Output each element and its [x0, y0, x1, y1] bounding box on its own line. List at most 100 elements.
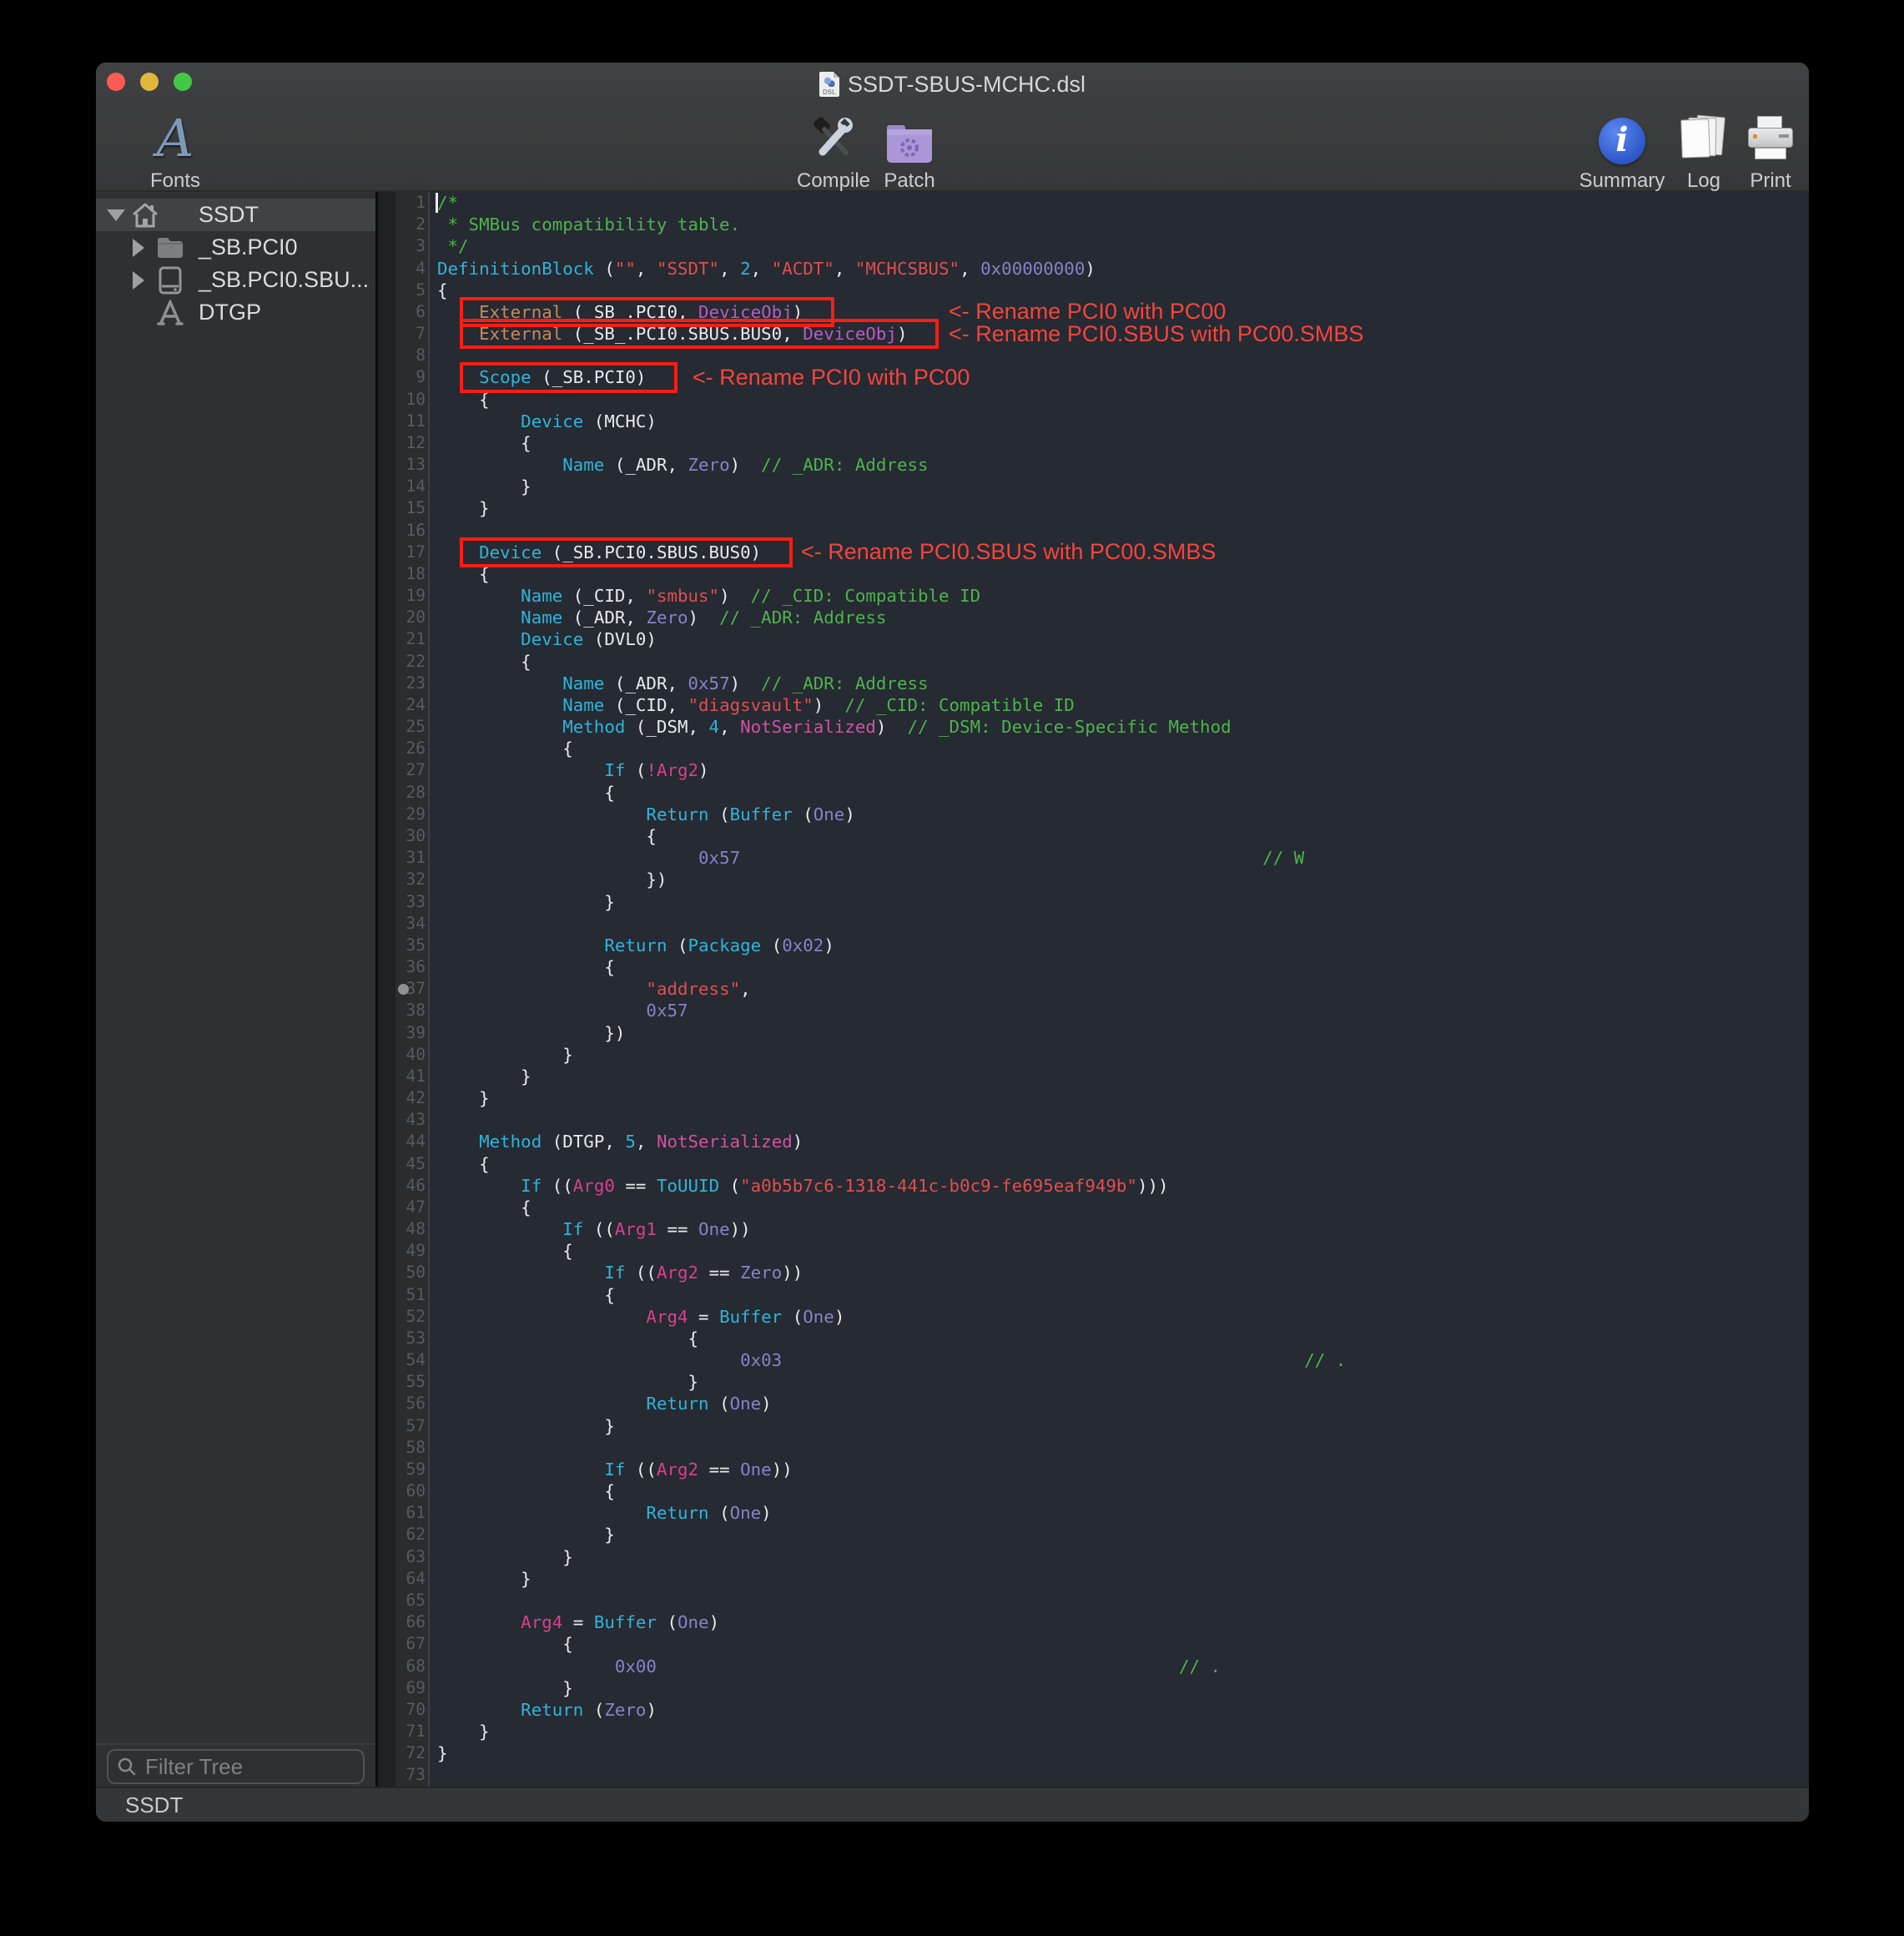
- chevron-right-icon[interactable]: [133, 239, 144, 257]
- code-line: Return (One): [437, 1502, 1809, 1524]
- line-number: 34: [375, 913, 426, 935]
- maciasl-window: DSL SSDT-SBUS-MCHC.dsl A Fonts Compile: [96, 63, 1809, 1822]
- patch-folder-icon: [885, 123, 934, 164]
- ssdt-tree: SSDT _SB.PCI0 _SB.PCI0.SBU... DTGP: [96, 199, 375, 329]
- code-line: Name (_ADR, Zero) // _ADR: Address: [437, 454, 1809, 476]
- annotation-box-line-17: [460, 537, 793, 567]
- line-number: 33: [375, 891, 426, 913]
- code-line: {: [437, 1284, 1809, 1306]
- code-line: }: [437, 1546, 1809, 1568]
- code-line: }: [437, 1742, 1809, 1764]
- code-line: Return (One): [437, 1393, 1809, 1414]
- gutter-separator: [428, 192, 430, 1787]
- line-number: 11: [375, 411, 426, 432]
- line-number: 45: [375, 1153, 426, 1175]
- line-number: 59: [375, 1459, 426, 1480]
- line-number: 62: [375, 1524, 426, 1545]
- gutter-bookmark-dot[interactable]: [398, 984, 409, 995]
- line-number: 60: [375, 1480, 426, 1502]
- line-number: 47: [375, 1197, 426, 1218]
- line-number: 61: [375, 1502, 426, 1524]
- code-line: "address",: [437, 978, 1809, 1000]
- code-line: }: [437, 1066, 1809, 1087]
- chevron-down-icon[interactable]: [107, 209, 125, 221]
- sidebar-item-ssdt[interactable]: SSDT: [96, 199, 375, 231]
- code-line: }): [437, 869, 1809, 890]
- line-number: 15: [375, 497, 426, 519]
- code-line: }: [437, 1044, 1809, 1066]
- sidebar-item-dtgp[interactable]: DTGP: [96, 296, 375, 329]
- line-number: 22: [375, 651, 426, 673]
- code-line: {: [437, 1153, 1809, 1175]
- code-line: Return (Package (0x02): [437, 935, 1809, 956]
- code-line: */: [437, 235, 1809, 257]
- compile-tools-icon: [808, 113, 859, 164]
- code-line: }: [437, 1677, 1809, 1699]
- code-line: }: [437, 891, 1809, 913]
- line-number: 24: [375, 694, 426, 716]
- line-number: 23: [375, 673, 426, 694]
- code-text[interactable]: /* * SMBus compatibility table. */Defini…: [437, 192, 1809, 1787]
- filter-tree-input[interactable]: [144, 1753, 335, 1781]
- code-line: Name (_CID, "smbus") // _CID: Compatible…: [437, 585, 1809, 607]
- line-number: 28: [375, 782, 426, 804]
- line-number: 32: [375, 869, 426, 890]
- filter-tree-field[interactable]: [107, 1749, 365, 1784]
- annotation-text-line-17: <- Rename PCI0.SBUS with PC00.SMBS: [801, 542, 1216, 563]
- printer-icon: [1746, 116, 1795, 164]
- line-number: 65: [375, 1590, 426, 1611]
- line-number: 13: [375, 454, 426, 476]
- line-number: 66: [375, 1611, 426, 1633]
- line-number: 71: [375, 1721, 426, 1742]
- line-number: 14: [375, 476, 426, 497]
- line-number: 26: [375, 738, 426, 759]
- status-bar: SSDT: [96, 1787, 1809, 1822]
- info-icon: i: [1599, 118, 1645, 164]
- code-editor[interactable]: 1234567891011121314151617181920212223242…: [375, 192, 1809, 1787]
- patch-button[interactable]: Patch: [855, 111, 964, 193]
- code-line: 0x00 // .: [437, 1656, 1809, 1677]
- code-line: Arg4 = Buffer (One): [437, 1611, 1809, 1633]
- annotation-box-line-9: [460, 362, 677, 392]
- line-number: 48: [375, 1218, 426, 1240]
- code-line: Return (Buffer (One): [437, 804, 1809, 825]
- code-line: }): [437, 1022, 1809, 1044]
- sidebar-item--sb-pci0-sbu-[interactable]: _SB.PCI0.SBU...: [96, 264, 375, 296]
- line-number: 53: [375, 1328, 426, 1349]
- patch-label: Patch: [884, 169, 934, 193]
- sidebar-item--sb-pci0[interactable]: _SB.PCI0: [96, 231, 375, 264]
- line-number: 67: [375, 1633, 426, 1655]
- line-number: 21: [375, 628, 426, 650]
- code-line: {: [437, 1633, 1809, 1655]
- code-line: If ((Arg0 == ToUUID ("a0b5b7c6-1318-441c…: [437, 1175, 1809, 1197]
- chevron-right-icon[interactable]: [133, 271, 144, 290]
- code-line: * SMBus compatibility table.: [437, 214, 1809, 235]
- code-line: }: [437, 1371, 1809, 1393]
- line-number: 31: [375, 847, 426, 869]
- sidebar-item-label: _SB.PCI0.SBU...: [199, 267, 369, 293]
- code-line: }: [437, 1721, 1809, 1742]
- sidebar-item-label: _SB.PCI0: [199, 234, 298, 260]
- code-line: If ((Arg1 == One)): [437, 1218, 1809, 1240]
- code-line: 0x57: [437, 1000, 1809, 1021]
- code-line: Name (_ADR, Zero) // _ADR: Address: [437, 607, 1809, 628]
- code-line: Name (_ADR, 0x57) // _ADR: Address: [437, 673, 1809, 694]
- device-icon: [156, 266, 184, 295]
- code-line: /*: [437, 192, 1809, 214]
- annotation-box-line-7: [460, 319, 939, 349]
- line-number: 44: [375, 1131, 426, 1152]
- code-line: Method (_DSM, 4, NotSerialized) // _DSM:…: [437, 716, 1809, 738]
- status-text: SSDT: [125, 1792, 183, 1818]
- line-number: 36: [375, 956, 426, 978]
- line-number: 40: [375, 1044, 426, 1066]
- line-number: 2: [375, 214, 426, 235]
- code-line: Device (MCHC): [437, 411, 1809, 432]
- fonts-button[interactable]: A Fonts: [121, 111, 229, 193]
- line-number: 55: [375, 1371, 426, 1393]
- code-line: Return (Zero): [437, 1699, 1809, 1721]
- code-line: [437, 913, 1809, 935]
- print-button[interactable]: Print: [1716, 111, 1809, 193]
- sidebar-item-label: SSDT: [199, 202, 259, 228]
- titlebar[interactable]: DSL SSDT-SBUS-MCHC.dsl: [96, 63, 1809, 106]
- line-number: 6: [375, 301, 426, 323]
